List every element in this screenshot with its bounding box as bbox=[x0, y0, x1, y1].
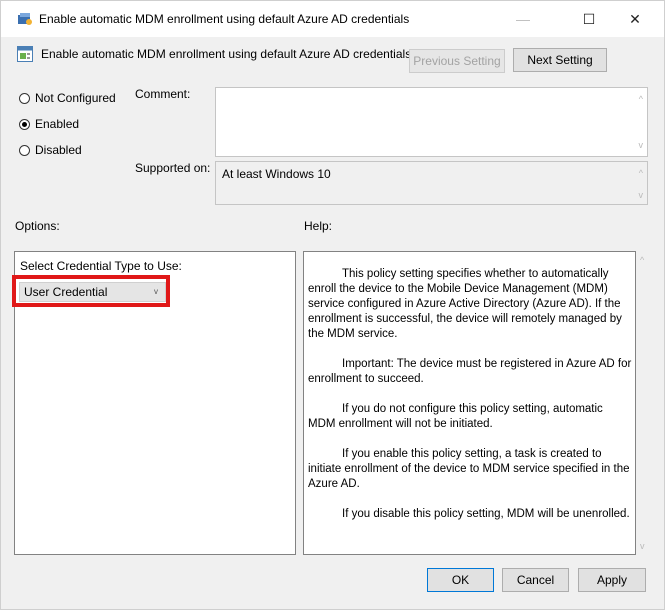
close-button[interactable]: ✕ bbox=[620, 7, 650, 31]
title-bar: Enable automatic MDM enrollment using de… bbox=[1, 1, 664, 37]
radio-label: Not Configured bbox=[35, 91, 116, 105]
radio-circle[interactable] bbox=[19, 144, 30, 156]
previous-setting-button[interactable]: Previous Setting bbox=[409, 49, 505, 73]
scroll-up-icon[interactable]: ^ bbox=[639, 94, 643, 104]
scroll-up-icon[interactable]: ^ bbox=[639, 168, 643, 178]
comment-label: Comment: bbox=[135, 87, 191, 101]
options-label: Options: bbox=[15, 219, 60, 233]
radio-circle[interactable] bbox=[19, 118, 30, 130]
help-label: Help: bbox=[304, 219, 333, 233]
supported-on-value: At least Windows 10 bbox=[222, 167, 331, 181]
radio-not-configured[interactable]: Not Configured bbox=[19, 90, 116, 106]
minimize-button[interactable]: — bbox=[508, 7, 538, 31]
policy-tool-icon bbox=[18, 13, 32, 25]
supported-on-label: Supported on: bbox=[135, 161, 211, 175]
scroll-down-icon[interactable]: v bbox=[640, 541, 660, 551]
help-paragraph: This policy setting specifies whether to… bbox=[308, 268, 622, 340]
policy-dialog: Enable automatic MDM enrollment using de… bbox=[0, 0, 665, 610]
help-paragraph: Important: The device must be registered… bbox=[308, 358, 632, 385]
scroll-down-icon[interactable]: v bbox=[639, 190, 644, 200]
help-paragraph: If you do not configure this policy sett… bbox=[308, 403, 603, 430]
scroll-down-icon[interactable]: v bbox=[639, 140, 644, 150]
supported-on-field: At least Windows 10 ^ v bbox=[215, 161, 648, 205]
radio-disabled[interactable]: Disabled bbox=[19, 142, 82, 158]
highlight-box bbox=[12, 275, 170, 307]
policy-title: Enable automatic MDM enrollment using de… bbox=[41, 47, 412, 61]
radio-label: Disabled bbox=[35, 143, 82, 157]
comment-textarea[interactable]: ^ v bbox=[215, 87, 648, 157]
cancel-button[interactable]: Cancel bbox=[502, 568, 569, 592]
apply-button[interactable]: Apply bbox=[578, 568, 646, 592]
window-title: Enable automatic MDM enrollment using de… bbox=[39, 12, 410, 26]
credential-type-label: Select Credential Type to Use: bbox=[20, 259, 182, 273]
radio-circle[interactable] bbox=[19, 92, 30, 104]
policy-setting-icon bbox=[17, 46, 33, 62]
maximize-button[interactable]: ☐ bbox=[574, 7, 604, 31]
radio-label: Enabled bbox=[35, 117, 80, 131]
help-text: This policy setting specifies whether to… bbox=[308, 267, 632, 537]
radio-enabled[interactable]: Enabled bbox=[19, 116, 79, 132]
scroll-up-icon[interactable]: ^ bbox=[640, 255, 660, 265]
next-setting-button[interactable]: Next Setting bbox=[513, 48, 607, 72]
help-paragraph: If you disable this policy setting, MDM … bbox=[342, 508, 630, 520]
help-paragraph: If you enable this policy setting, a tas… bbox=[308, 448, 630, 490]
ok-button[interactable]: OK bbox=[427, 568, 494, 592]
